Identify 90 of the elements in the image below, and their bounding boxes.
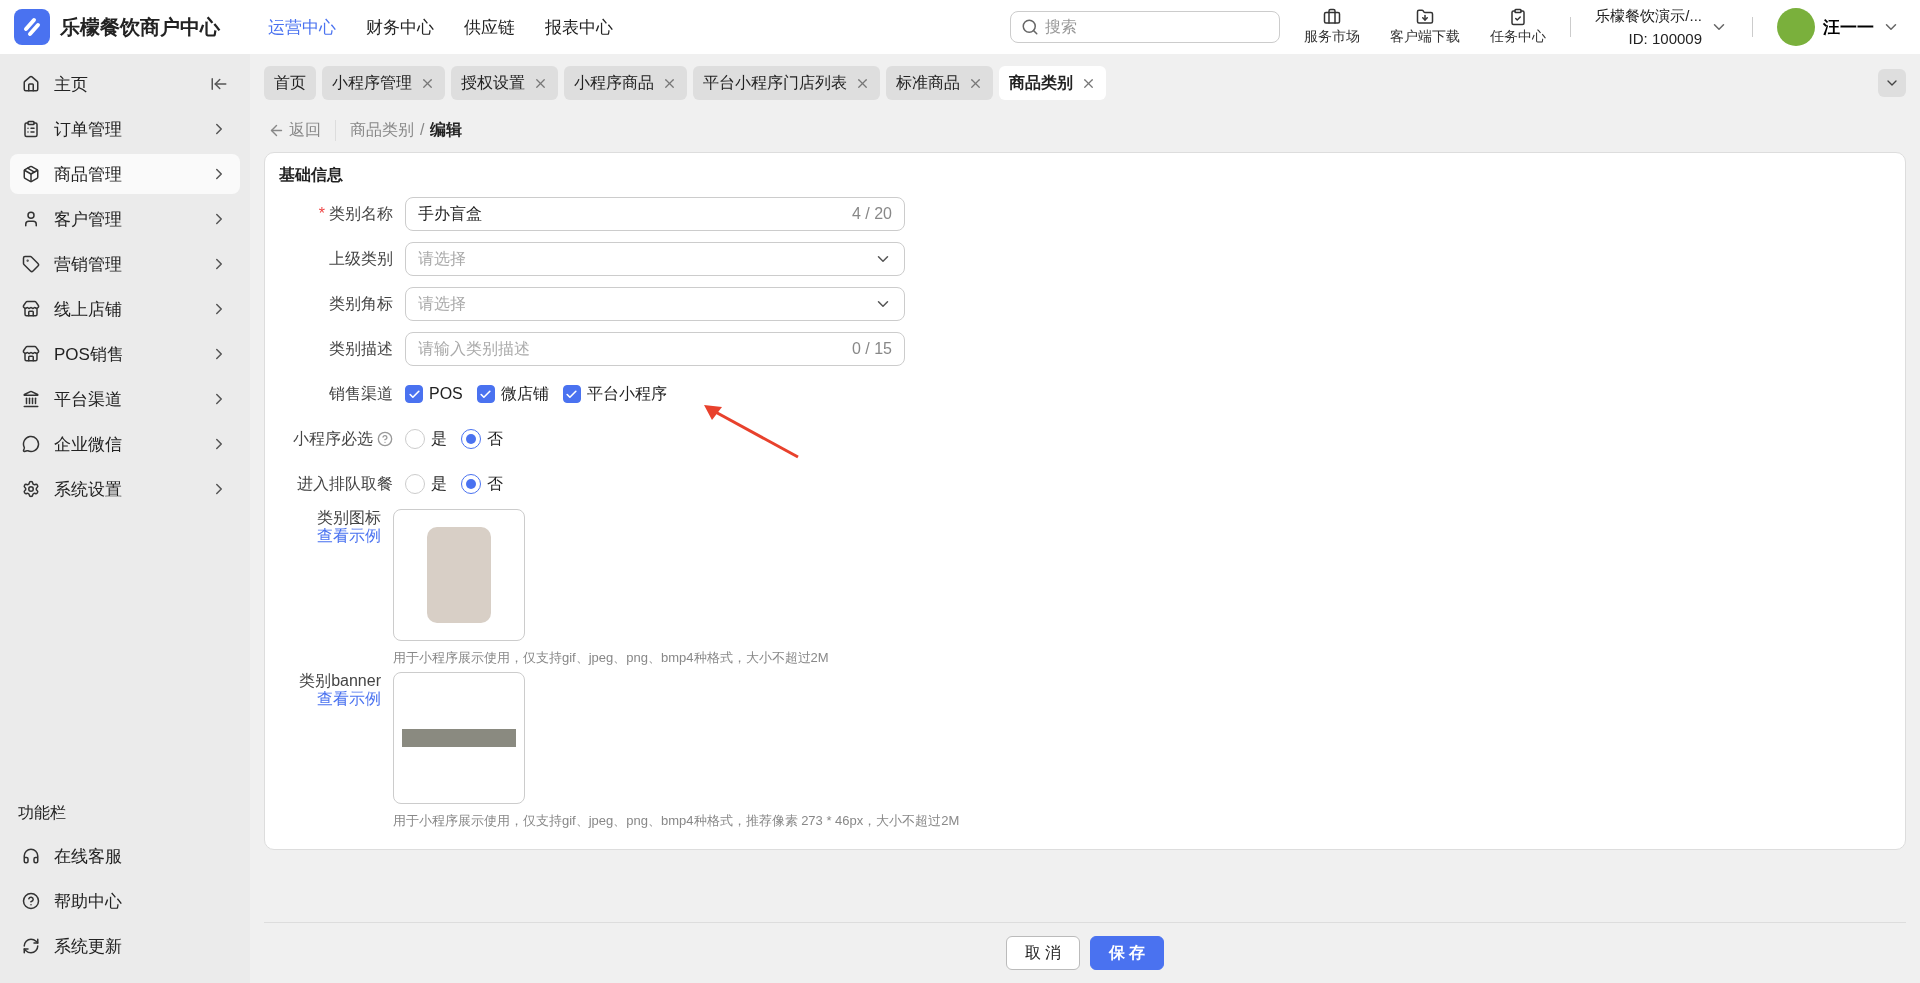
sidebar-item[interactable]: POS销售 xyxy=(10,334,240,374)
field-label: 上级类别 xyxy=(329,248,393,269)
folder-download-icon xyxy=(1416,8,1435,26)
upload-hint: 用于小程序展示使用，仅支持gif、jpeg、png、bmp4种格式，推荐像素 273 * 46px，大小不超过2M xyxy=(393,812,960,830)
char-counter: 0 / 15 xyxy=(851,340,892,358)
example-link[interactable]: 查看示例 xyxy=(279,689,381,708)
field-label: 销售渠道 xyxy=(329,383,393,404)
sidebar-item[interactable]: 客户管理 xyxy=(10,199,240,239)
briefcase-icon xyxy=(1323,8,1342,26)
checkbox[interactable] xyxy=(562,385,581,403)
sidebar-item[interactable]: 企业微信 xyxy=(10,424,240,464)
page-tab[interactable]: 平台小程序门店列表 xyxy=(693,66,880,100)
shop-icon xyxy=(22,300,40,318)
box-icon xyxy=(22,165,40,183)
radio-option[interactable]: 是 xyxy=(405,428,447,450)
radio-option[interactable]: 否 xyxy=(461,428,503,450)
nav-link[interactable]: 运营中心 xyxy=(268,15,336,39)
checkbox[interactable] xyxy=(405,385,423,403)
search-icon xyxy=(1021,18,1040,36)
save-button[interactable]: 保 存 xyxy=(1090,936,1165,970)
sidebar-item[interactable]: 系统更新 xyxy=(10,926,240,966)
toolbar-button[interactable]: 客户端下载 xyxy=(1384,7,1467,47)
sidebar-item[interactable]: 商品管理 xyxy=(10,154,240,194)
bank-icon xyxy=(22,390,40,408)
image-upload[interactable] xyxy=(393,672,525,804)
home-icon xyxy=(22,75,40,93)
field-label: 类别图标 xyxy=(316,509,381,527)
required-mark: * xyxy=(318,205,325,223)
sidebar-item[interactable]: 在线客服 xyxy=(10,836,240,876)
section-title: 基础信息 xyxy=(279,165,344,185)
page-tab[interactable]: 标准商品 xyxy=(886,66,993,100)
help-icon xyxy=(22,892,40,910)
tabs-more-button[interactable] xyxy=(1878,69,1906,97)
example-link[interactable]: 查看示例 xyxy=(279,526,381,545)
list-icon xyxy=(22,120,40,138)
breadcrumb-separator: / xyxy=(420,121,425,139)
section-title: 功能栏 xyxy=(17,803,67,823)
avatar xyxy=(1777,8,1815,46)
sidebar-item[interactable]: 营销管理 xyxy=(10,244,240,284)
chat-icon xyxy=(22,435,40,453)
field-label: 类别描述 xyxy=(329,338,393,359)
radio-option[interactable]: 否 xyxy=(461,473,503,495)
check-icon xyxy=(565,387,579,401)
help-icon[interactable] xyxy=(377,431,393,447)
channel-checkbox[interactable]: 微店铺 xyxy=(476,383,549,405)
nav-link[interactable]: 财务中心 xyxy=(366,15,434,39)
cancel-button[interactable]: 取 消 xyxy=(1005,936,1080,970)
refresh-icon xyxy=(22,937,40,955)
upload-hint: 用于小程序展示使用，仅支持gif、jpeg、png、bmp4种格式，大小不超过2M xyxy=(393,649,829,667)
field-label: 类别banner xyxy=(298,672,381,690)
page-tab[interactable]: 首页 xyxy=(264,66,316,100)
breadcrumb-current: 编辑 xyxy=(430,119,463,140)
nav-link[interactable]: 报表中心 xyxy=(545,15,613,39)
user-menu[interactable]: 汪一一 xyxy=(1771,7,1906,47)
text-input[interactable]: 请输入类别描述 0 / 15 xyxy=(405,332,905,366)
page-tab[interactable]: 小程序商品 xyxy=(564,66,687,100)
page-tab[interactable]: 授权设置 xyxy=(451,66,558,100)
field-label: 进入排队取餐 xyxy=(297,473,393,494)
settings-icon xyxy=(22,480,40,498)
toolbar-button[interactable]: 服务市场 xyxy=(1298,7,1367,47)
page-tab[interactable]: 小程序管理 xyxy=(322,66,445,100)
shop-icon xyxy=(22,345,40,363)
account-switcher[interactable]: 乐檬餐饮演示/... ID: 100009 xyxy=(1589,6,1734,48)
sidebar-item[interactable]: 线上店铺 xyxy=(10,289,240,329)
sidebar-item[interactable]: 系统设置 xyxy=(10,469,240,509)
field-label: 小程序必选 xyxy=(293,428,373,449)
sidebar-item[interactable]: 平台渠道 xyxy=(10,379,240,419)
char-counter: 4 / 20 xyxy=(851,205,892,223)
toolbar-button[interactable]: 任务中心 xyxy=(1484,7,1553,47)
collapse-icon xyxy=(210,75,228,93)
field-label: 类别名称 xyxy=(329,203,393,224)
radio-option[interactable]: 是 xyxy=(405,473,447,495)
tag-icon xyxy=(22,255,40,273)
app-title: 乐檬餐饮商户中心 xyxy=(60,14,220,40)
nav-link[interactable]: 供应链 xyxy=(464,15,515,39)
text-input[interactable]: 手办盲盒 4 / 20 xyxy=(405,197,905,231)
channel-checkbox[interactable]: POS xyxy=(405,385,463,403)
sidebar-item[interactable]: 帮助中心 xyxy=(10,881,240,921)
person-icon xyxy=(22,210,40,228)
check-icon xyxy=(479,387,493,401)
logo-icon xyxy=(14,9,50,45)
sidebar-item[interactable]: 订单管理 xyxy=(10,109,240,149)
channel-checkbox[interactable]: 平台小程序 xyxy=(562,383,667,405)
field-label: 类别角标 xyxy=(329,293,393,314)
sidebar-item[interactable]: 主页 xyxy=(10,64,240,104)
clipboard-check-icon xyxy=(1509,8,1528,26)
check-icon xyxy=(407,387,421,401)
headset-icon xyxy=(22,847,40,865)
checkbox[interactable] xyxy=(476,385,495,403)
page-tab[interactable]: 商品类别 xyxy=(999,66,1106,100)
